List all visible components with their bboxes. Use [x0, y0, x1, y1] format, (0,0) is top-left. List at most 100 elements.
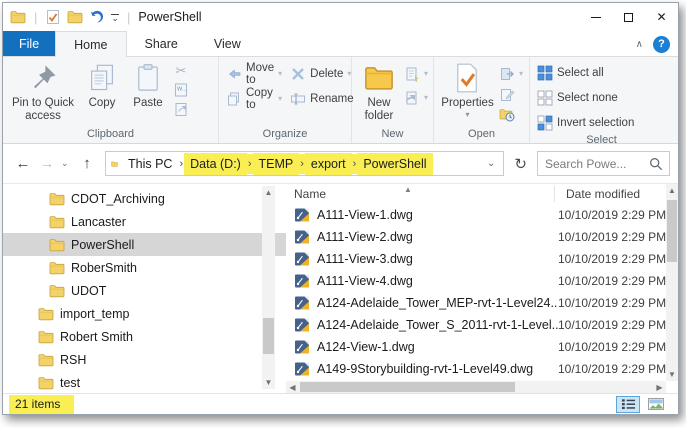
tree-item-label: import_temp — [60, 306, 130, 321]
invert-selection-label: Invert selection — [557, 116, 635, 129]
easy-access-button[interactable]: ▾ — [404, 87, 428, 108]
history-icon[interactable] — [499, 106, 515, 122]
new-folder-label: New folder — [364, 97, 394, 123]
search-box[interactable] — [537, 151, 670, 176]
properties-button[interactable]: Properties ▾ — [438, 59, 497, 119]
breadcrumb-segment[interactable]: PowerShell — [357, 152, 433, 175]
collapse-ribbon-icon[interactable]: ∧ — [636, 39, 643, 50]
column-header-date-modified[interactable]: Date modified — [558, 187, 640, 201]
move-to-button[interactable]: Move to ▾ — [223, 61, 285, 86]
tree-item[interactable]: PowerShell — [3, 233, 286, 256]
undo-icon[interactable] — [89, 9, 105, 25]
select-none-button[interactable]: Select none — [534, 87, 637, 108]
scroll-down-icon[interactable]: ▼ — [666, 368, 678, 381]
search-input[interactable] — [538, 156, 647, 171]
breadcrumb-segment[interactable]: export — [304, 152, 352, 175]
file-date-modified: 10/10/2019 2:29 PM — [558, 318, 666, 332]
file-row[interactable]: A124-View-1.dwg 10/10/2019 2:29 PM — [286, 336, 666, 358]
tab-share[interactable]: Share — [127, 31, 196, 57]
pin-to-quick-access-button[interactable]: Pin to Quick access — [7, 59, 79, 123]
file-row[interactable]: A124-Adelaide_Tower_MEP-rvt-1-Level24...… — [286, 292, 666, 314]
address-dropdown-chevron-icon[interactable]: ⌄ — [479, 158, 503, 169]
tree-scrollbar[interactable]: ▲ ▼ — [262, 186, 275, 389]
move-to-label: Move to — [246, 61, 275, 86]
file-row[interactable]: A111-View-3.dwg 10/10/2019 2:29 PM — [286, 248, 666, 270]
scroll-up-icon[interactable]: ▲ — [666, 184, 678, 197]
copy-button[interactable]: Copy — [79, 59, 125, 110]
scroll-up-icon[interactable]: ▲ — [262, 186, 275, 199]
scroll-right-icon[interactable]: ▶ — [653, 381, 666, 393]
cut-icon[interactable]: ✂ — [173, 63, 189, 79]
open-icon — [499, 66, 515, 82]
scroll-left-icon[interactable]: ◀ — [286, 381, 299, 393]
file-name: A124-View-1.dwg — [317, 340, 415, 354]
tree-item[interactable]: RSH — [3, 348, 286, 371]
properties-icon[interactable] — [45, 9, 61, 25]
file-row[interactable]: A111-View-2.dwg 10/10/2019 2:29 PM — [286, 226, 666, 248]
items-count: 21 items — [9, 394, 75, 414]
tree-item[interactable]: UDOT — [3, 279, 286, 302]
forward-icon[interactable]: → — [37, 155, 57, 172]
file-row[interactable]: A111-View-1.dwg 10/10/2019 2:29 PM — [286, 204, 666, 226]
recent-locations-chevron-icon[interactable]: ⌄ — [61, 158, 73, 169]
file-row[interactable]: A111-View-4.dwg 10/10/2019 2:29 PM — [286, 270, 666, 292]
paste-button[interactable]: Paste — [125, 59, 171, 110]
breadcrumb-segment[interactable]: Data (D:) — [184, 152, 247, 175]
scroll-down-icon[interactable]: ▼ — [262, 376, 275, 389]
tab-file[interactable]: File — [3, 31, 56, 57]
new-item-button[interactable]: ▾ — [404, 63, 428, 84]
breadcrumb-segment[interactable]: This PC — [122, 153, 178, 175]
scrollbar-thumb[interactable] — [263, 318, 274, 354]
edit-icon[interactable] — [499, 87, 515, 103]
scrollbar-thumb[interactable] — [667, 200, 677, 262]
list-horizontal-scrollbar[interactable]: ◀ ▶ — [286, 381, 666, 393]
file-row[interactable]: A149-9Storybuilding-rvt-1-Level49.dwg 10/… — [286, 358, 666, 380]
list-vertical-scrollbar[interactable]: ▲ ▼ — [666, 184, 678, 381]
thumbnails-view-button[interactable] — [644, 396, 668, 413]
content-area: CDOT_Archiving Lancaster PowerShell RoberSm… — [3, 183, 678, 393]
folder-icon — [38, 329, 54, 345]
open-button[interactable]: ▾ — [499, 63, 523, 84]
new-folder-icon[interactable] — [67, 9, 83, 25]
copy-path-icon[interactable]: W... — [173, 82, 189, 98]
tree-item[interactable]: Lancaster — [3, 210, 286, 233]
minimize-button[interactable] — [579, 3, 612, 31]
dwg-file-icon — [294, 273, 310, 289]
tree-item[interactable]: test — [3, 371, 286, 393]
column-header-name[interactable]: Name ▲ — [286, 185, 558, 201]
tree-item[interactable]: RoberSmith — [3, 256, 286, 279]
up-icon[interactable]: ↑ — [77, 155, 97, 172]
svg-text:W...: W... — [177, 87, 187, 93]
refresh-icon[interactable]: ↻ — [508, 155, 533, 173]
tree-item-label: CDOT_Archiving — [71, 191, 165, 206]
scrollbar-thumb[interactable] — [300, 382, 515, 392]
select-all-button[interactable]: Select all — [534, 62, 637, 83]
back-icon[interactable]: ← — [13, 155, 33, 172]
paste-shortcut-icon[interactable] — [173, 101, 189, 117]
delete-button[interactable]: Delete ▾ — [287, 63, 356, 84]
tree-item[interactable]: import_temp — [3, 302, 286, 325]
invert-selection-button[interactable]: Invert selection — [534, 112, 637, 133]
qat-customize-icon[interactable]: ⌄ — [111, 13, 119, 22]
column-divider[interactable] — [554, 186, 555, 202]
address-bar[interactable]: This PC › Data (D:) › TEMP › export › PowerShell… — [105, 151, 505, 176]
tree-item[interactable]: Robert Smith — [3, 325, 286, 348]
file-date-modified: 10/10/2019 2:29 PM — [558, 252, 666, 266]
tab-view[interactable]: View — [196, 31, 259, 57]
tab-home[interactable]: Home — [55, 31, 127, 57]
rename-button[interactable]: Rename — [287, 88, 356, 109]
new-folder-button[interactable]: New folder — [356, 59, 402, 123]
close-button[interactable]: ✕ — [645, 3, 678, 31]
file-row[interactable]: A124-Adelaide_Tower_S_2011-rvt-1-Level..… — [286, 314, 666, 336]
maximize-button[interactable] — [612, 3, 645, 31]
folder-icon — [38, 306, 54, 322]
copy-to-button[interactable]: Copy to ▾ — [223, 87, 285, 111]
breadcrumb-segment[interactable]: TEMP — [252, 152, 300, 175]
folder-icon[interactable] — [10, 9, 26, 25]
tree-item[interactable]: CDOT_Archiving — [3, 187, 286, 210]
help-button[interactable]: ? — [653, 35, 670, 53]
ribbon-group-new: New folder ▾ ▾ New — [352, 57, 434, 143]
details-view-button[interactable] — [616, 395, 640, 413]
chevron-down-icon: ▾ — [347, 69, 352, 78]
tree-item-label: test — [60, 375, 81, 390]
